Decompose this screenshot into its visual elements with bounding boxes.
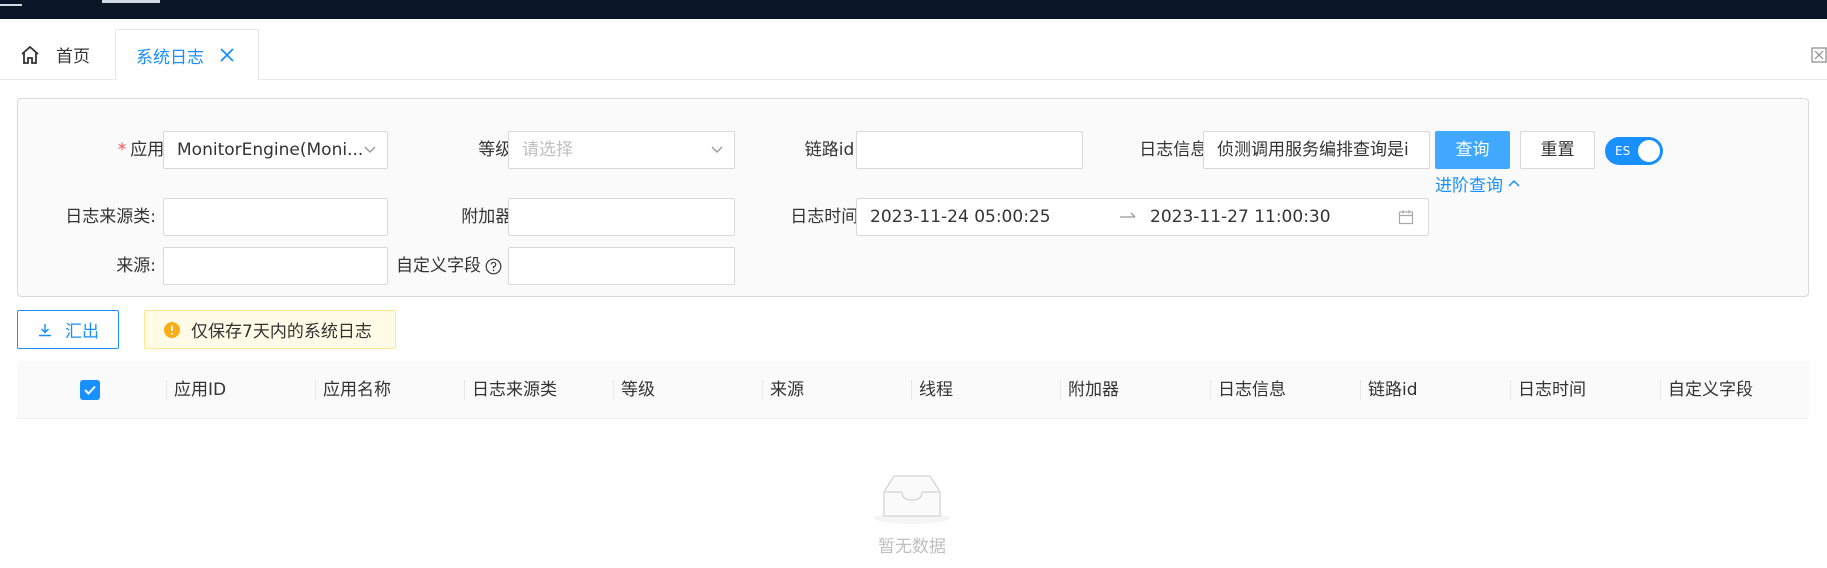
advanced-query-label: 进阶查询	[1435, 175, 1503, 196]
chevron-up-icon	[1508, 179, 1520, 187]
column-header: 来源	[762, 361, 911, 419]
table-header: 应用ID 应用名称 日志来源类 等级 来源 线程 附加器 日志信息 链路id 日…	[17, 361, 1809, 419]
tab-system-log-label: 系统日志	[136, 47, 204, 68]
reset-button[interactable]: 重置	[1520, 131, 1595, 169]
app-select[interactable]: MonitorEngine(Moni...	[163, 131, 388, 169]
export-button-label: 汇出	[65, 322, 99, 342]
trace-id-input[interactable]	[856, 131, 1083, 169]
log-time-label: 日志时间:	[790, 207, 864, 227]
arrow-right-icon	[1120, 212, 1136, 218]
custom-field-input[interactable]	[508, 247, 735, 285]
level-select-placeholder: 请选择	[522, 140, 573, 160]
app-select-value: MonitorEngine(Moni...	[177, 140, 364, 160]
column-header: 线程	[911, 361, 1060, 419]
source-input[interactable]	[163, 247, 388, 285]
home-icon	[21, 45, 39, 64]
nav-active-indicator	[102, 0, 160, 3]
retention-notice-text: 仅保存7天内的系统日志	[191, 322, 372, 342]
column-header: 日志来源类	[464, 361, 613, 419]
es-toggle-label: ES	[1615, 144, 1631, 158]
column-header: 应用ID	[166, 361, 315, 419]
select-all-checkbox[interactable]	[80, 380, 100, 400]
query-button[interactable]: 查询	[1435, 131, 1510, 169]
tab-system-log[interactable]: 系统日志	[116, 29, 259, 80]
fullscreen-icon[interactable]	[1811, 47, 1827, 63]
toggle-knob	[1638, 140, 1660, 162]
time-start[interactable]: 2023-11-24 05:00:25	[870, 199, 1051, 235]
column-header: 应用名称	[315, 361, 464, 419]
column-header: 自定义字段	[1660, 361, 1809, 419]
es-toggle[interactable]: ES	[1605, 137, 1663, 165]
page-tab-bar: 首页 系统日志	[0, 19, 1827, 80]
column-header: 等级	[613, 361, 762, 419]
column-header: 日志时间	[1510, 361, 1660, 419]
source-class-label: 日志来源类:	[65, 207, 156, 227]
chevron-down-icon	[711, 146, 723, 153]
empty-state-text: 暂无数据	[878, 537, 946, 557]
close-icon[interactable]	[218, 46, 236, 64]
calendar-icon	[1398, 210, 1414, 225]
source-label: 来源:	[116, 256, 156, 276]
appender-input[interactable]	[508, 198, 735, 236]
retention-notice: 仅保存7天内的系统日志	[144, 310, 396, 349]
required-marker: *	[117, 140, 127, 160]
logo	[0, 0, 22, 6]
tab-home[interactable]: 首页	[0, 29, 116, 80]
column-header: 链路id	[1360, 361, 1510, 419]
filter-panel: * 应用: MonitorEngine(Moni... 等级: 请选择 链路id:…	[17, 98, 1809, 297]
help-icon[interactable]	[485, 258, 502, 275]
check-icon	[84, 385, 96, 395]
export-button[interactable]: 汇出	[17, 310, 119, 349]
custom-field-label: 自定义字段	[396, 247, 502, 285]
trace-id-label: 链路id:	[804, 140, 860, 160]
empty-state: 暂无数据	[860, 470, 964, 557]
time-end[interactable]: 2023-11-27 11:00:30	[1150, 199, 1331, 235]
advanced-query-link[interactable]: 进阶查询	[1435, 171, 1521, 196]
custom-field-label-text: 自定义字段	[396, 256, 481, 276]
empty-box-icon	[874, 475, 950, 524]
chevron-down-icon	[364, 146, 376, 153]
appender-label: 附加器:	[461, 207, 518, 227]
log-time-range-picker[interactable]: 2023-11-24 05:00:25 2023-11-27 11:00:30	[856, 198, 1429, 236]
log-info-input[interactable]: 侦测调用服务编排查询是i	[1203, 131, 1430, 169]
app-label: * 应用:	[117, 140, 170, 160]
download-icon	[39, 323, 51, 336]
level-label: 等级:	[478, 140, 518, 160]
log-info-label: 日志信息:	[1139, 140, 1213, 160]
column-header: 附加器	[1060, 361, 1210, 419]
column-header: 日志信息	[1210, 361, 1360, 419]
top-navigation-bar	[0, 0, 1827, 19]
level-select[interactable]: 请选择	[508, 131, 735, 169]
warning-icon	[164, 321, 180, 338]
source-class-input[interactable]	[163, 198, 388, 236]
tab-home-label: 首页	[56, 47, 90, 67]
